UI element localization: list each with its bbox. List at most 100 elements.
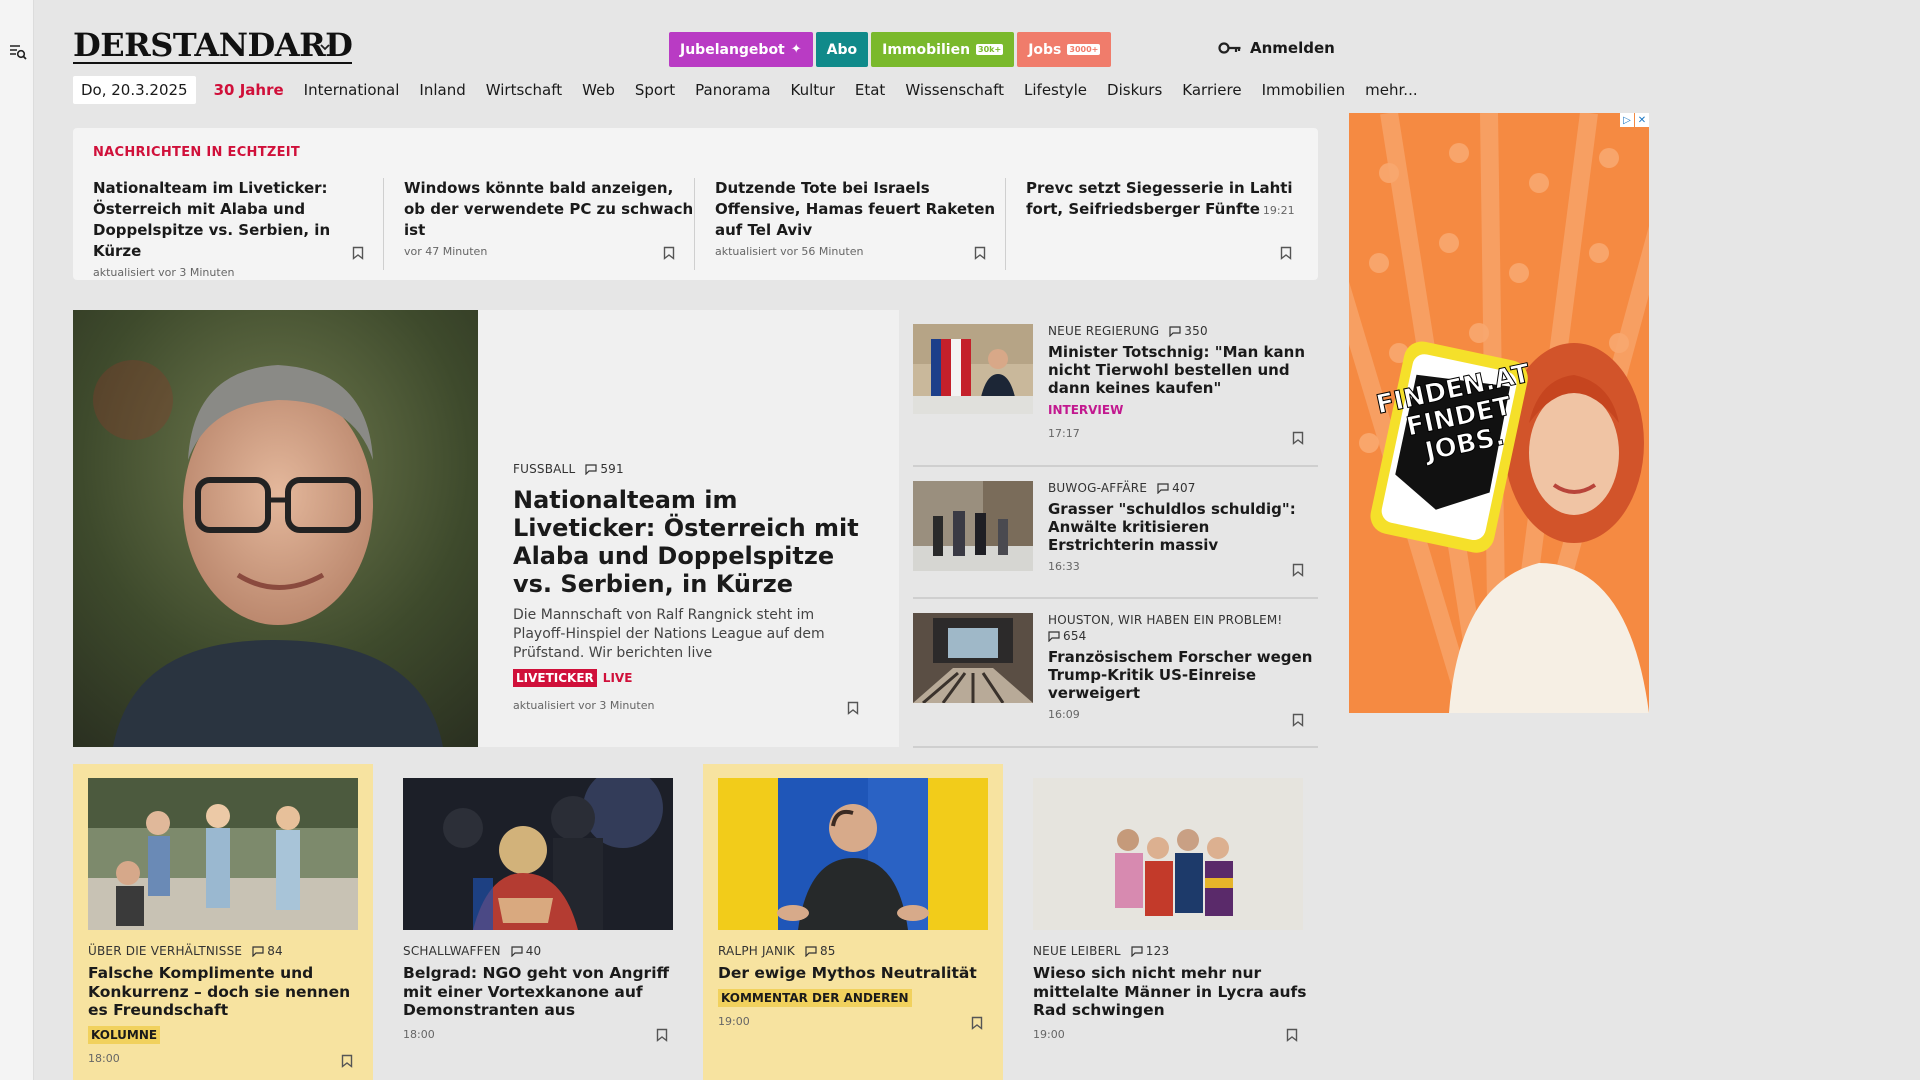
bookmark-icon[interactable] xyxy=(341,1054,353,1068)
abo-button[interactable]: Abo xyxy=(815,32,869,67)
story-card-image[interactable] xyxy=(403,778,673,930)
story-author: RALPH JANIK xyxy=(718,944,795,958)
story-title[interactable]: Grasser "schuldlos schuldig": Anwälte kr… xyxy=(1048,500,1313,554)
login-button[interactable]: Anmelden xyxy=(1218,39,1335,57)
lead-story-category: FUSSBALL xyxy=(513,462,576,476)
lead-story-title[interactable]: Nationalteam im Liveticker: Österreich m… xyxy=(513,486,863,598)
bookmark-icon[interactable] xyxy=(971,1016,983,1030)
story-category: SCHALLWAFFEN xyxy=(403,944,501,958)
immobilien-button[interactable]: Immobilien 30k+ xyxy=(871,32,1015,67)
nav-item-diskurs[interactable]: Diskurs xyxy=(1107,81,1162,99)
lead-story-photo[interactable] xyxy=(73,310,478,747)
nav-item-mehr[interactable]: mehr... xyxy=(1365,81,1417,99)
ad-choices-icon[interactable]: ▷ xyxy=(1620,113,1634,127)
comment-count[interactable]: 85 xyxy=(805,944,836,958)
nav-item-wissenschaft[interactable]: Wissenschaft xyxy=(905,81,1004,99)
story-card[interactable]: SCHALLWAFFEN 40 Belgrad: NGO geht von Ang… xyxy=(388,764,688,1080)
lead-story[interactable]: FUSSBALL 591 Nationalteam im Liveticker:… xyxy=(73,310,899,747)
comment-count[interactable]: 654 xyxy=(1048,629,1087,643)
bookmark-icon[interactable] xyxy=(1292,713,1304,727)
story-card-image[interactable] xyxy=(88,778,358,930)
nav-item-immobilien[interactable]: Immobilien xyxy=(1262,81,1346,99)
ticker-item-title[interactable]: Windows könnte bald anzeigen, ob der ver… xyxy=(404,178,694,241)
bookmark-icon[interactable] xyxy=(1280,246,1292,260)
story-card-image[interactable] xyxy=(718,778,988,930)
comment-icon xyxy=(252,945,264,957)
comment-count[interactable]: 591 xyxy=(585,462,624,476)
ticker-item-title[interactable]: Nationalteam im Liveticker: Österreich m… xyxy=(93,178,383,262)
top-promo-buttons: Jubelangebot ✦ Abo Immobilien 30k+ Jobs 300… xyxy=(669,32,1112,67)
bookmark-icon[interactable] xyxy=(1292,431,1304,445)
nav-item-international[interactable]: International xyxy=(304,81,400,99)
bookmark-icon[interactable] xyxy=(847,701,859,715)
story-thumbnail[interactable] xyxy=(913,613,1033,703)
site-logo[interactable]: DERSTANDARD xyxy=(73,28,353,64)
bookmark-icon[interactable] xyxy=(656,1028,668,1042)
jobs-button[interactable]: Jobs 3000+ xyxy=(1017,32,1112,67)
story-title[interactable]: Wieso sich nicht mehr nur mittelalte Män… xyxy=(1033,964,1308,1020)
story-title[interactable]: Der ewige Mythos Neutralität xyxy=(718,964,993,983)
story-card-text: NEUE LEIBERL 123 Wieso sich nicht mehr nu… xyxy=(1033,944,1308,1041)
menu-search-icon[interactable] xyxy=(8,42,28,62)
nav-item-panorama[interactable]: Panorama xyxy=(695,81,770,99)
story-title[interactable]: Französischem Forscher wegen Trump-Kriti… xyxy=(1048,648,1313,702)
secondary-stories: NEUE REGIERUNG 350 Minister Totschnig: "M… xyxy=(913,310,1318,748)
ticker-item[interactable]: Prevc setzt Siegesserie in Lahti fort, S… xyxy=(1026,178,1301,270)
comment-count[interactable]: 40 xyxy=(511,944,542,958)
ticker-item-meta: aktualisiert vor 56 Minuten xyxy=(715,245,864,258)
jubelangebot-button[interactable]: Jubelangebot ✦ xyxy=(669,32,813,67)
nav-item-wirtschaft[interactable]: Wirtschaft xyxy=(486,81,562,99)
comment-count[interactable]: 123 xyxy=(1131,944,1170,958)
story-item[interactable]: BUWOG-AFFÄRE 407 Grasser "schuldlos schul… xyxy=(913,467,1318,599)
story-card[interactable]: ÜBER DIE VERHÄLTNISSE 84 Falsche Komplime… xyxy=(73,764,373,1080)
realtime-news-ticker: NACHRICHTEN IN ECHTZEIT Nationalteam im … xyxy=(73,128,1318,280)
comment-count-value: 40 xyxy=(525,944,542,958)
story-item[interactable]: NEUE REGIERUNG 350 Minister Totschnig: "M… xyxy=(913,310,1318,467)
comment-icon xyxy=(805,945,817,957)
advertisement-banner[interactable]: FINDEN.AT FINDET JOBS. ▷ ✕ xyxy=(1349,113,1649,713)
bookmark-icon[interactable] xyxy=(1292,563,1304,577)
main-navigation: Do, 20.3.2025 30 Jahre International Inl… xyxy=(73,76,1418,104)
ticker-heading: NACHRICHTEN IN ECHTZEIT xyxy=(93,145,301,160)
nav-item-30-jahre[interactable]: 30 Jahre xyxy=(214,81,284,99)
nav-item-web[interactable]: Web xyxy=(582,81,615,99)
nav-item-etat[interactable]: Etat xyxy=(855,81,885,99)
nav-item-karriere[interactable]: Karriere xyxy=(1182,81,1241,99)
comment-count[interactable]: 407 xyxy=(1157,481,1196,495)
story-title[interactable]: Minister Totschnig: "Man kann nicht Tier… xyxy=(1048,343,1313,397)
story-category: HOUSTON, WIR HABEN EIN PROBLEM! xyxy=(1048,613,1283,627)
story-card[interactable]: NEUE LEIBERL 123 Wieso sich nicht mehr nu… xyxy=(1018,764,1318,1080)
ticker-item[interactable]: Windows könnte bald anzeigen, ob der ver… xyxy=(404,178,694,270)
ticker-item-title[interactable]: Prevc setzt Siegesserie in Lahti fort, S… xyxy=(1026,179,1293,218)
comment-count[interactable]: 84 xyxy=(252,944,283,958)
ticker-item[interactable]: Nationalteam im Liveticker: Österreich m… xyxy=(93,178,383,279)
story-card-text: ÜBER DIE VERHÄLTNISSE 84 Falsche Komplime… xyxy=(88,944,363,1065)
lead-story-kicker: FUSSBALL 591 xyxy=(513,462,863,476)
nav-item-lifestyle[interactable]: Lifestyle xyxy=(1024,81,1087,99)
bookmark-icon[interactable] xyxy=(974,246,986,260)
comment-count[interactable]: 350 xyxy=(1169,324,1208,338)
nav-item-kultur[interactable]: Kultur xyxy=(791,81,835,99)
bookmark-icon[interactable] xyxy=(663,246,675,260)
nav-item-sport[interactable]: Sport xyxy=(635,81,675,99)
story-card-image[interactable] xyxy=(1033,778,1303,930)
ticker-item-title[interactable]: Dutzende Tote bei Israels Offensive, Ham… xyxy=(715,178,1005,241)
comment-icon xyxy=(585,463,597,475)
story-title[interactable]: Falsche Komplimente und Konkurrenz – doc… xyxy=(88,964,363,1020)
nav-item-inland[interactable]: Inland xyxy=(419,81,465,99)
story-item[interactable]: HOUSTON, WIR HABEN EIN PROBLEM! 654 Franz… xyxy=(913,599,1318,748)
comment-count-value: 84 xyxy=(267,944,283,958)
chevron-down-icon[interactable] xyxy=(318,40,332,54)
ticker-item-meta: 19:21 xyxy=(1262,204,1295,217)
ticker-item[interactable]: Dutzende Tote bei Israels Offensive, Ham… xyxy=(715,178,1005,270)
immobilien-label: Immobilien xyxy=(882,41,971,58)
story-title[interactable]: Belgrad: NGO geht von Angriff mit einer … xyxy=(403,964,678,1020)
story-thumbnail[interactable] xyxy=(913,324,1033,414)
story-thumbnail[interactable] xyxy=(913,481,1033,571)
close-icon[interactable]: ✕ xyxy=(1635,113,1649,127)
bookmark-icon[interactable] xyxy=(1286,1028,1298,1042)
bookmark-icon[interactable] xyxy=(352,246,364,260)
immobilien-count-badge: 30k+ xyxy=(976,44,1004,55)
comment-count-value: 85 xyxy=(819,944,836,958)
story-card[interactable]: RALPH JANIK 85 Der ewige Mythos Neutralit… xyxy=(703,764,1003,1080)
